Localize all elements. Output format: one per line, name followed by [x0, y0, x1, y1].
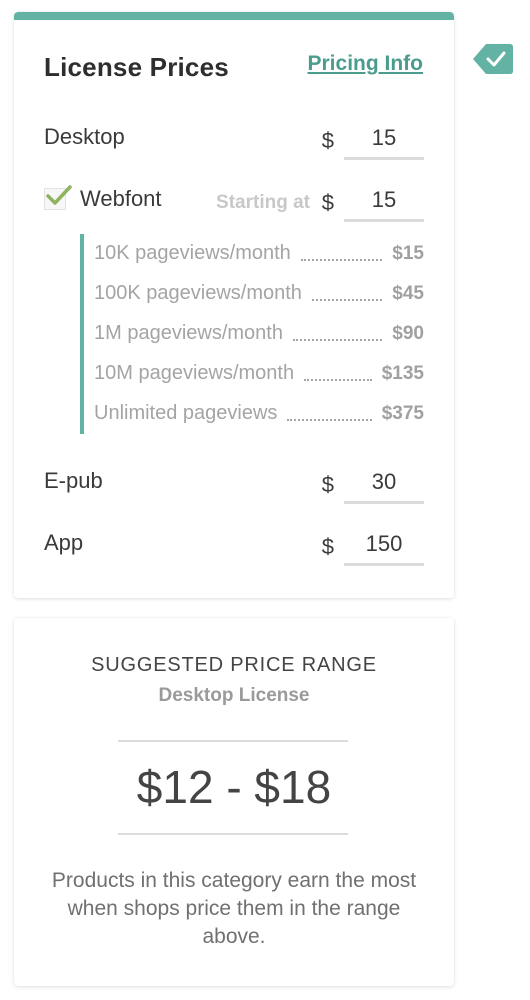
- epub-label: E-pub: [44, 468, 103, 493]
- pricing-info-link[interactable]: Pricing Info: [308, 52, 424, 76]
- tier-leader: [301, 259, 382, 261]
- tier-row: Unlimited pageviews $375: [94, 402, 424, 432]
- divider: [118, 740, 348, 742]
- webfont-row: Webfont Starting at $: [44, 180, 424, 228]
- suggested-price-card: SUGGESTED PRICE RANGE Desktop License $1…: [14, 618, 454, 986]
- tier-row: 100K pageviews/month $45: [94, 282, 424, 312]
- starting-at-label: Starting at: [216, 192, 310, 213]
- tier-price: $45: [392, 283, 424, 304]
- tier-price: $15: [392, 243, 424, 264]
- checkmark-icon: [46, 185, 72, 205]
- currency-symbol: $: [321, 190, 334, 215]
- desktop-row: Desktop $: [44, 118, 424, 166]
- tier-price: $375: [381, 403, 424, 424]
- tier-leader: [293, 339, 382, 341]
- tier-label: 10K pageviews/month: [94, 242, 291, 264]
- currency-symbol: $: [321, 472, 334, 497]
- suggested-range-heading: SUGGESTED PRICE RANGE: [91, 654, 377, 676]
- check-badge-icon[interactable]: [472, 42, 514, 76]
- currency-symbol: $: [321, 534, 334, 559]
- epub-row: E-pub $: [44, 462, 424, 510]
- license-prices-card: License Prices Pricing Info Desktop $ We…: [14, 12, 454, 598]
- currency-symbol: $: [321, 128, 334, 153]
- webfont-label: Webfont: [80, 186, 162, 211]
- app-price-input[interactable]: [344, 524, 424, 566]
- license-prices-title: License Prices: [44, 52, 229, 82]
- suggested-range-subheading: Desktop License: [158, 685, 310, 706]
- tier-price: $90: [392, 323, 424, 344]
- desktop-price-input[interactable]: [344, 118, 424, 160]
- webfont-tier-list: 10K pageviews/month $15 100K pageviews/m…: [80, 234, 424, 434]
- app-label: App: [44, 530, 84, 555]
- tier-label: 100K pageviews/month: [94, 282, 302, 304]
- suggested-range-note: Products in this category earn the most …: [51, 869, 417, 948]
- tier-row: 10K pageviews/month $15: [94, 242, 424, 272]
- tier-row: 1M pageviews/month $90: [94, 322, 424, 352]
- tier-leader: [304, 379, 372, 381]
- suggested-range-value: $12 - $18: [136, 761, 332, 813]
- desktop-label: Desktop: [44, 124, 125, 149]
- divider: [118, 833, 348, 835]
- epub-price-input[interactable]: [344, 462, 424, 504]
- app-row: App $: [44, 524, 424, 572]
- tier-price: $135: [381, 363, 424, 384]
- tier-leader: [312, 299, 382, 301]
- tier-label: 10M pageviews/month: [94, 362, 295, 384]
- tier-row: 10M pageviews/month $135: [94, 362, 424, 392]
- tier-leader: [287, 419, 372, 421]
- webfont-price-input[interactable]: [344, 180, 424, 222]
- tier-label: 1M pageviews/month: [94, 322, 283, 344]
- webfont-checkbox[interactable]: [44, 184, 72, 210]
- tier-label: Unlimited pageviews: [94, 402, 278, 424]
- accent-bar: [14, 12, 454, 20]
